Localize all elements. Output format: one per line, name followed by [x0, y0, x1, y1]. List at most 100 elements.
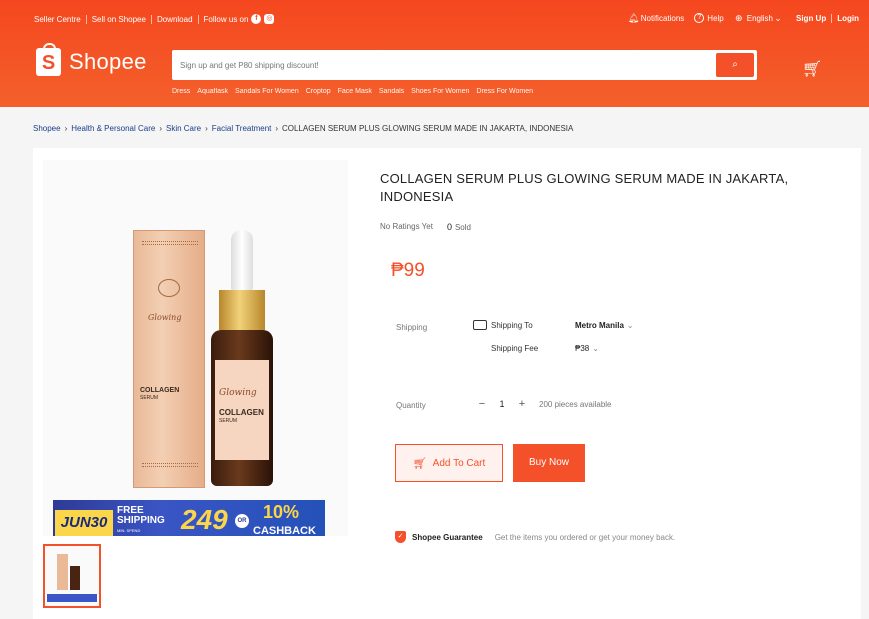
- breadcrumb-link[interactable]: Facial Treatment: [212, 124, 272, 133]
- facebook-icon[interactable]: f: [251, 14, 262, 24]
- top-nav: Seller Centre Sell on Shopee Download Fo…: [0, 10, 869, 28]
- promo-min-spend: MIN. SPEND: [117, 528, 141, 533]
- product-meta: No Ratings Yet 0 Sold: [380, 222, 471, 232]
- quantity-input[interactable]: 1: [491, 399, 513, 409]
- promo-banner: JUN30 FREE SHIPPING MIN. SPEND 249 OR 10…: [53, 500, 325, 536]
- sold-count: 0: [446, 222, 452, 232]
- bottle-cap: [219, 290, 265, 330]
- search-suggestions: Dress Aquaflask Sandals For Women Cropto…: [172, 88, 540, 95]
- help-link[interactable]: ? Help: [694, 13, 724, 23]
- bottle-label: Glowing COLLAGEN SERUM: [215, 360, 269, 460]
- buy-now-button[interactable]: Buy Now: [513, 444, 585, 482]
- bottle-name-text: COLLAGEN: [219, 408, 264, 417]
- product-thumbnail[interactable]: [43, 544, 101, 608]
- thumbnail-banner: [47, 594, 97, 602]
- chevron-right-icon: ›: [275, 124, 279, 133]
- shipping-fee-value: ₱38: [575, 344, 590, 353]
- product-bottle-image: Glowing COLLAGEN SERUM: [211, 230, 273, 486]
- thumbnail-box: [57, 554, 68, 590]
- add-to-cart-label: Add To Cart: [432, 457, 486, 469]
- shipping-label: Shipping: [396, 323, 428, 332]
- suggestion-link[interactable]: Sandals: [379, 88, 404, 95]
- promo-cashback: CASHBACK: [253, 525, 316, 536]
- shield-icon: ✓: [395, 531, 406, 543]
- nav-divider: [197, 14, 199, 24]
- shipping-to-selector[interactable]: Metro Manila ⌄: [575, 321, 634, 330]
- product-main-image[interactable]: Glowing COLLAGEN SERUM Glowing COLLAGEN …: [43, 160, 348, 536]
- box-ornament: [142, 241, 198, 245]
- top-nav-right: 🔔︎ Notifications ? Help ⊕ English ⌄ Sign…: [618, 13, 859, 23]
- product-card: Glowing COLLAGEN SERUM Glowing COLLAGEN …: [33, 148, 861, 619]
- nav-divider: [85, 14, 87, 24]
- add-to-cart-button[interactable]: 🛒︎ Add To Cart: [395, 444, 503, 482]
- suggestion-link[interactable]: Face Mask: [338, 88, 372, 95]
- box-script-text: Glowing: [148, 313, 182, 322]
- breadcrumb-link[interactable]: Shopee: [33, 124, 61, 133]
- shipping-to-label: Shipping To: [491, 320, 533, 330]
- notifications-link[interactable]: 🔔︎ Notifications: [628, 13, 685, 23]
- chevron-down-icon: ⌄: [592, 344, 599, 353]
- chevron-right-icon: ›: [159, 124, 162, 133]
- follow-us-label: Follow us on: [203, 14, 249, 24]
- quantity-stepper: − 1 + 200 pieces available: [473, 398, 612, 410]
- truck-icon: [473, 320, 487, 330]
- breadcrumb-current: COLLAGEN SERUM PLUS GLOWING SERUM MADE I…: [282, 124, 574, 133]
- suggestion-link[interactable]: Sandals For Women: [235, 88, 299, 95]
- language-selector[interactable]: ⊕ English ⌄: [734, 13, 786, 23]
- guarantee-title: Shopee Guarantee: [412, 532, 483, 542]
- chevron-right-icon: ›: [205, 124, 208, 133]
- ratings-text: No Ratings Yet: [380, 222, 433, 231]
- search-input[interactable]: [180, 50, 710, 80]
- notifications-label: Notifications: [640, 13, 685, 23]
- promo-free-shipping: FREE SHIPPING: [117, 506, 165, 526]
- seller-centre-link[interactable]: Seller Centre: [34, 15, 81, 24]
- quantity-increase-button[interactable]: +: [513, 398, 531, 410]
- dropper-top: [231, 230, 253, 290]
- signup-label: Sign Up: [796, 13, 827, 23]
- box-sub-text: SERUM: [140, 395, 159, 401]
- nav-divider: [150, 14, 152, 24]
- stock-available: 200 pieces available: [539, 399, 612, 409]
- chevron-right-icon: ›: [64, 124, 68, 133]
- login-link[interactable]: Login: [837, 14, 859, 23]
- cart-icon[interactable]: 🛒︎: [802, 60, 822, 80]
- product-price: ₱99: [391, 260, 425, 281]
- box-ornament: [142, 463, 198, 467]
- signup-link[interactable]: Sign Up: [796, 14, 826, 23]
- top-header: Seller Centre Sell on Shopee Download Fo…: [0, 0, 869, 107]
- suggestion-link[interactable]: Aquaflask: [197, 88, 228, 95]
- help-icon: ?: [694, 13, 705, 23]
- instagram-icon[interactable]: ◎: [264, 14, 275, 24]
- crown-emblem-icon: [158, 279, 180, 297]
- search-icon: ⌕: [732, 59, 738, 70]
- suggestion-link[interactable]: Dress For Women: [476, 88, 533, 95]
- sell-on-shopee-link[interactable]: Sell on Shopee: [92, 15, 146, 24]
- chevron-down-icon: ⌄: [626, 320, 634, 330]
- product-title: COLLAGEN SERUM PLUS GLOWING SERUM MADE I…: [380, 171, 789, 204]
- shipping-fee-selector[interactable]: ₱38 ⌄: [575, 344, 599, 353]
- suggestion-link[interactable]: Croptop: [306, 88, 331, 95]
- sold-label: Sold: [454, 223, 471, 232]
- promo-date: JUN30: [55, 510, 113, 536]
- sold-info: 0 Sold: [447, 222, 471, 232]
- suggestion-link[interactable]: Shoes For Women: [411, 88, 469, 95]
- suggestion-link[interactable]: Dress: [172, 88, 190, 95]
- top-nav-left: Seller Centre Sell on Shopee Download Fo…: [34, 14, 275, 24]
- breadcrumb-link[interactable]: Health & Personal Care: [71, 124, 155, 133]
- language-label: English: [746, 13, 773, 23]
- breadcrumb-link[interactable]: Skin Care: [166, 124, 201, 133]
- shipping-to-value: Metro Manila: [575, 320, 624, 330]
- bottle-sub-text: SERUM: [219, 418, 238, 424]
- quantity-decrease-button[interactable]: −: [473, 398, 491, 410]
- shopee-guarantee[interactable]: ✓ Shopee Guarantee Get the items you ord…: [395, 531, 675, 543]
- thumbnail-bottle: [70, 566, 80, 590]
- bottle-script-text: Glowing: [219, 388, 257, 398]
- shopee-bag-icon: S: [36, 43, 61, 76]
- search-bar: ⌕: [172, 50, 757, 80]
- search-button[interactable]: ⌕: [716, 53, 754, 77]
- guarantee-text: Get the items you ordered or get your mo…: [494, 532, 676, 542]
- quantity-label: Quantity: [396, 401, 426, 410]
- bell-icon: 🔔︎: [627, 13, 640, 23]
- shopee-logo[interactable]: S Shopee: [36, 43, 147, 76]
- download-link[interactable]: Download: [157, 15, 193, 24]
